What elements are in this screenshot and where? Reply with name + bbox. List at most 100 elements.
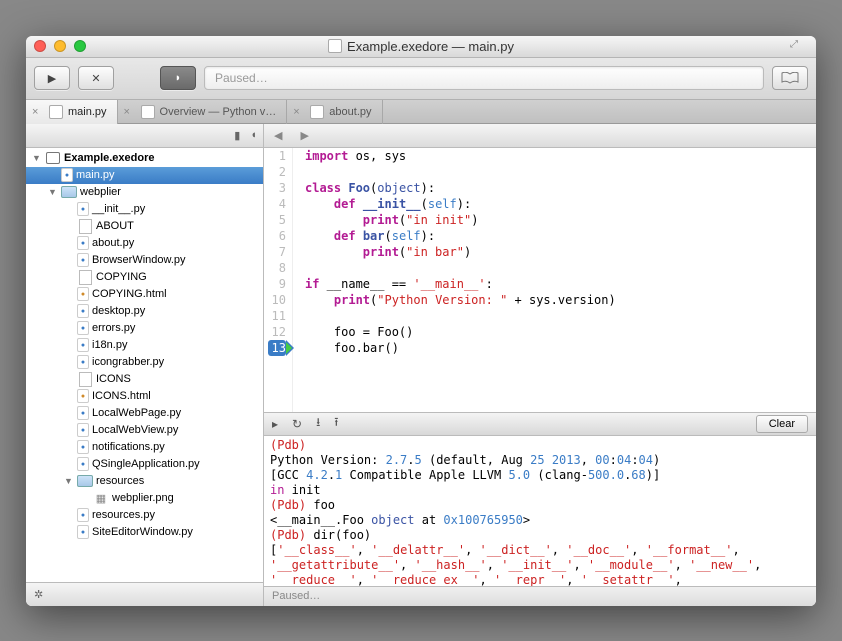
tree-row[interactable]: QSingleApplication.py	[26, 456, 263, 473]
line-number[interactable]: 3	[268, 180, 286, 196]
gear-icon[interactable]: ✲	[34, 588, 43, 601]
tree-row[interactable]: LocalWebView.py	[26, 422, 263, 439]
line-number[interactable]: 8	[268, 260, 286, 276]
nav-forward-icon[interactable]: ▶	[300, 129, 308, 142]
step-in-icon[interactable]: ⭳	[316, 413, 320, 434]
step-over-icon[interactable]: ↻	[292, 417, 302, 431]
line-number[interactable]: 10	[268, 292, 286, 308]
code-editor[interactable]: 12345678910111213 import os, sysclass Fo…	[264, 148, 816, 412]
line-number[interactable]: 6	[268, 228, 286, 244]
tree-row[interactable]: webplier.png	[26, 490, 263, 507]
tree-row[interactable]: ▼ resources	[26, 473, 263, 490]
tree-row[interactable]: SiteEditorWindow.py	[26, 524, 263, 541]
line-number[interactable]: 2	[268, 164, 286, 180]
tree-row[interactable]: main.py	[26, 167, 263, 184]
code-content[interactable]: import os, sys class Foo(object): def __i…	[293, 148, 616, 412]
py-icon	[77, 508, 89, 522]
tree-row[interactable]: errors.py	[26, 320, 263, 337]
code-line[interactable]: import os, sys	[305, 148, 616, 164]
tree-item-label: icongrabber.py	[92, 356, 164, 368]
tree-item-label: desktop.py	[92, 305, 145, 317]
clear-button[interactable]: Clear	[756, 415, 808, 433]
console-line: <__main__.Foo object at 0x100765950>	[270, 513, 810, 528]
code-line[interactable]: def bar(self):	[305, 228, 616, 244]
tree-row[interactable]: ICONS	[26, 371, 263, 388]
tree-row[interactable]: ABOUT	[26, 218, 263, 235]
tree-row[interactable]: COPYING	[26, 269, 263, 286]
tree-row[interactable]: icongrabber.py	[26, 354, 263, 371]
line-number[interactable]: 5	[268, 212, 286, 228]
status-field: Paused…	[204, 66, 764, 90]
py-icon	[77, 304, 89, 318]
main-area: ▮ ◖ ▼ Example.exedore main.py▼webplier__…	[26, 124, 816, 606]
line-number[interactable]: 9	[268, 276, 286, 292]
disclosure-icon[interactable]: ▼	[64, 476, 74, 486]
code-line[interactable]: print("in init")	[305, 212, 616, 228]
tree-row[interactable]: about.py	[26, 235, 263, 252]
tree-row[interactable]: desktop.py	[26, 303, 263, 320]
tree-row[interactable]: COPYING.html	[26, 286, 263, 303]
tree-row[interactable]: resources.py	[26, 507, 263, 524]
tag-icon[interactable]: ◖	[250, 129, 257, 141]
console-line: '__getattribute__', '__hash__', '__init_…	[270, 558, 810, 573]
tab-0[interactable]: ×main.py	[26, 100, 118, 124]
code-line[interactable]: print("Python Version: " + sys.version)	[305, 292, 616, 308]
code-line[interactable]: def __init__(self):	[305, 196, 616, 212]
fullscreen-icon[interactable]: ⤢	[790, 39, 808, 53]
debug-toolbar: ▸ ↻ ⭳ ⭱ Clear	[264, 412, 816, 436]
zoom-window-button[interactable]	[74, 40, 86, 52]
line-number[interactable]: 11	[268, 308, 286, 324]
stop-button[interactable]: ✕	[78, 66, 114, 90]
line-number[interactable]: 4	[268, 196, 286, 212]
tree-row[interactable]: ▼webplier	[26, 184, 263, 201]
breakpoint-button[interactable]: ◗	[160, 66, 196, 90]
tab-2[interactable]: ×about.py	[287, 100, 382, 124]
docs-button[interactable]	[772, 66, 808, 90]
sidebar-toolbar: ▮ ◖	[26, 124, 263, 148]
close-tab-icon[interactable]: ×	[124, 106, 136, 118]
folder-icon[interactable]: ▮	[234, 129, 240, 142]
debug-console[interactable]: (Pdb)Python Version: 2.7.5 (default, Aug…	[264, 436, 816, 586]
nav-back-icon[interactable]: ◀	[274, 129, 282, 142]
continue-icon[interactable]: ▸	[272, 417, 278, 431]
close-tab-icon[interactable]: ×	[293, 106, 305, 118]
line-number[interactable]: 1	[268, 148, 286, 164]
code-line[interactable]	[305, 308, 616, 324]
code-line[interactable]: if __name__ == '__main__':	[305, 276, 616, 292]
tab-label: Overview — Python v…	[160, 106, 277, 118]
line-number[interactable]: 12	[268, 324, 286, 340]
line-gutter[interactable]: 12345678910111213	[264, 148, 293, 412]
tab-1[interactable]: × Overview — Python v…	[118, 100, 288, 124]
close-window-button[interactable]	[34, 40, 46, 52]
minimize-window-button[interactable]	[54, 40, 66, 52]
step-out-icon[interactable]: ⭱	[334, 413, 338, 434]
code-line[interactable]	[305, 260, 616, 276]
py-icon	[77, 423, 89, 437]
tree-project-row[interactable]: ▼ Example.exedore	[26, 150, 263, 167]
tree-row[interactable]: notifications.py	[26, 439, 263, 456]
tree-row[interactable]: ICONS.html	[26, 388, 263, 405]
file-tree[interactable]: ▼ Example.exedore main.py▼webplier__init…	[26, 148, 263, 582]
close-tab-icon[interactable]: ×	[32, 106, 44, 118]
code-line[interactable]: foo.bar()	[305, 340, 616, 356]
line-number[interactable]: 7	[268, 244, 286, 260]
tree-item-label: COPYING	[96, 271, 147, 283]
tree-row[interactable]: BrowserWindow.py	[26, 252, 263, 269]
code-line[interactable]: foo = Foo()	[305, 324, 616, 340]
code-line[interactable]: print("in bar")	[305, 244, 616, 260]
disclosure-icon[interactable]: ▼	[48, 187, 58, 197]
titlebar[interactable]: Example.exedore — main.py ⤢	[26, 36, 816, 58]
tree-row[interactable]: i18n.py	[26, 337, 263, 354]
tree-row[interactable]: __init__.py	[26, 201, 263, 218]
tree-item-label: ABOUT	[96, 220, 134, 232]
py-icon	[77, 202, 89, 216]
code-line[interactable]	[305, 164, 616, 180]
disclosure-icon[interactable]: ▼	[32, 153, 42, 163]
code-line[interactable]: class Foo(object):	[305, 180, 616, 196]
tree-item-label: i18n.py	[92, 339, 127, 351]
line-number[interactable]: 13	[268, 340, 286, 356]
run-button[interactable]: ▶	[34, 66, 70, 90]
py-icon	[77, 338, 89, 352]
tree-row[interactable]: LocalWebPage.py	[26, 405, 263, 422]
tree-item-label: resources	[96, 475, 144, 487]
